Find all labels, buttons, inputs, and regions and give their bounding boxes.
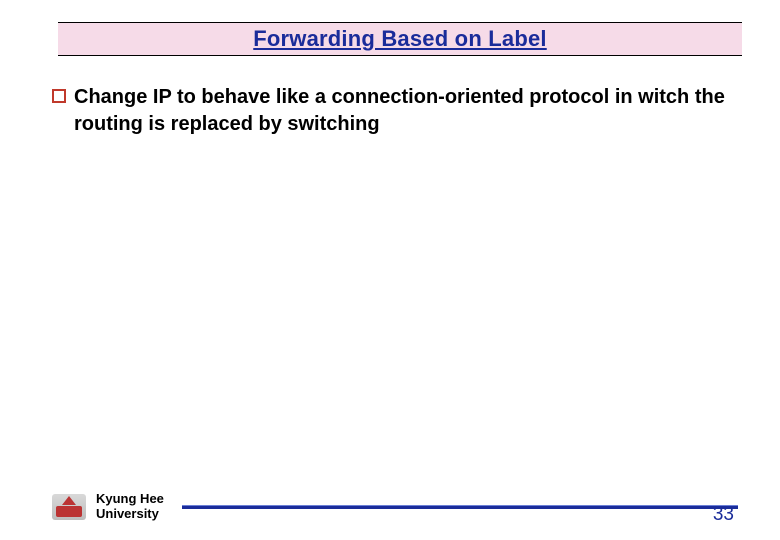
university-name-line1: Kyung Hee xyxy=(96,492,164,507)
square-bullet-icon xyxy=(52,89,66,103)
page-number: 33 xyxy=(713,504,734,526)
university-name: Kyung Hee University xyxy=(96,492,164,522)
title-bar: Forwarding Based on Label xyxy=(58,22,742,56)
university-name-line2: University xyxy=(96,507,164,522)
bullet-item: Change IP to behave like a connection-or… xyxy=(52,84,730,138)
footer-divider xyxy=(182,505,738,509)
bullet-text: Change IP to behave like a connection-or… xyxy=(74,84,730,138)
slide-title: Forwarding Based on Label xyxy=(253,26,546,52)
slide: Forwarding Based on Label Change IP to b… xyxy=(0,0,780,540)
footer-row: Kyung Hee University xyxy=(52,492,742,522)
university-logo-icon xyxy=(52,494,86,520)
footer: Kyung Hee University 33 xyxy=(52,492,742,522)
content-area: Change IP to behave like a connection-or… xyxy=(52,84,730,138)
